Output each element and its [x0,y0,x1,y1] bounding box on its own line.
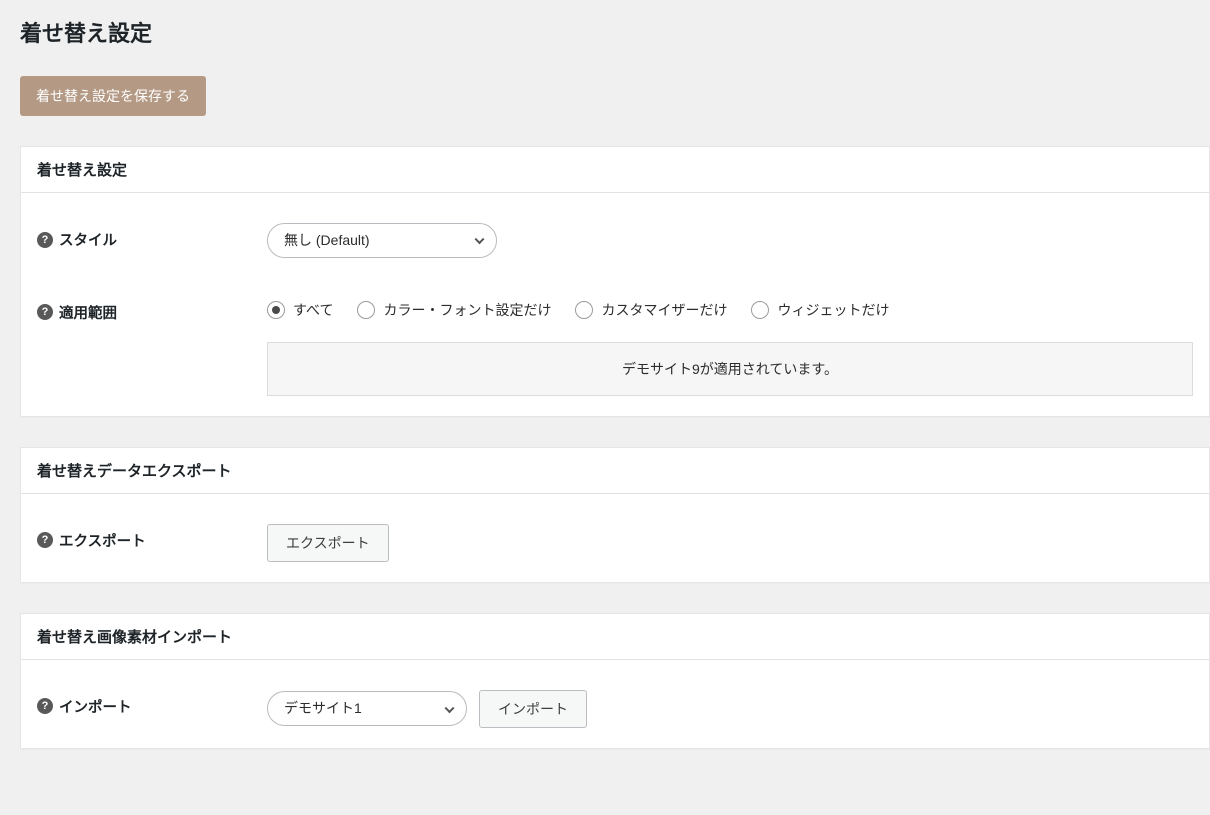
scope-option-widget[interactable]: ウィジェットだけ [751,300,889,320]
scope-label: 適用範囲 [59,302,117,323]
radio-icon [575,301,593,319]
scope-radio-group: すべて カラー・フォント設定だけ カスタマイザーだけ ウィジェットだけ [267,296,1193,320]
import-row: ? インポート デモサイト1 インポート [37,672,1193,728]
help-icon[interactable]: ? [37,304,53,320]
save-button[interactable]: 着せ替え設定を保存する [20,76,206,116]
style-row: ? スタイル 無し (Default) [37,205,1193,258]
scope-option-label: ウィジェットだけ [777,300,889,320]
import-box-header: 着せ替え画像素材インポート [21,614,1209,660]
scope-option-color-font[interactable]: カラー・フォント設定だけ [357,300,551,320]
scope-option-all[interactable]: すべて [267,300,333,320]
export-button[interactable]: エクスポート [267,524,389,562]
radio-icon [751,301,769,319]
import-box: 着せ替え画像素材インポート ? インポート デモサイト1 インポート [20,613,1210,749]
style-select[interactable]: 無し (Default) [267,223,497,258]
import-select-wrap[interactable]: デモサイト1 [267,691,467,726]
scope-option-label: すべて [293,300,333,320]
style-select-wrap[interactable]: 無し (Default) [267,223,497,258]
scope-option-label: カスタマイザーだけ [601,300,727,320]
radio-icon [267,301,285,319]
import-label: インポート [59,696,132,717]
applied-notice: デモサイト9が適用されています。 [267,342,1193,396]
export-label: エクスポート [59,530,146,551]
import-select[interactable]: デモサイト1 [267,691,467,726]
export-box-title: 着せ替えデータエクスポート [37,460,1193,481]
import-box-title: 着せ替え画像素材インポート [37,626,1193,647]
scope-option-label: カラー・フォント設定だけ [383,300,551,320]
settings-box-header: 着せ替え設定 [21,147,1209,193]
export-box-header: 着せ替えデータエクスポート [21,448,1209,494]
help-icon[interactable]: ? [37,232,53,248]
export-row: ? エクスポート エクスポート [37,506,1193,562]
scope-option-customizer[interactable]: カスタマイザーだけ [575,300,727,320]
import-button[interactable]: インポート [479,690,587,728]
radio-icon [357,301,375,319]
settings-box: 着せ替え設定 ? スタイル 無し (Default) ? 適用範囲 [20,146,1210,417]
export-box: 着せ替えデータエクスポート ? エクスポート エクスポート [20,447,1210,583]
settings-box-title: 着せ替え設定 [37,159,1193,180]
page-title: 着せ替え設定 [20,16,1210,48]
help-icon[interactable]: ? [37,698,53,714]
help-icon[interactable]: ? [37,532,53,548]
style-label: スタイル [59,229,117,250]
scope-row: ? 適用範囲 すべて カラー・フォント設定だけ カスタマイザーだけ [37,258,1193,396]
